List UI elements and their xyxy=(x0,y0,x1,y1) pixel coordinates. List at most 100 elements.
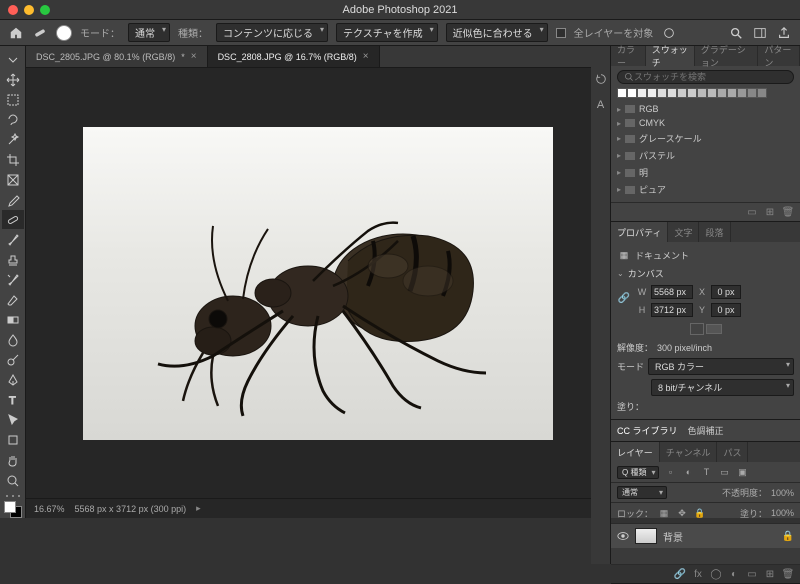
new-layer-icon[interactable]: ⊞ xyxy=(764,568,776,580)
zoom-level[interactable]: 16.67% xyxy=(34,504,65,514)
canvas-area[interactable] xyxy=(26,68,610,498)
blend-mode-dropdown[interactable]: 通常 xyxy=(617,486,667,499)
y-input[interactable] xyxy=(711,303,741,317)
status-menu-icon[interactable]: ▸ xyxy=(196,503,201,514)
edit-toolbar[interactable] xyxy=(6,495,20,498)
layer-filter-dropdown[interactable]: Q 種類 xyxy=(617,466,659,479)
folder-rgb[interactable]: RGB xyxy=(617,102,794,116)
history-icon[interactable] xyxy=(594,72,608,86)
close-window[interactable] xyxy=(8,5,18,15)
fill-value[interactable]: 100% xyxy=(771,508,794,518)
history-brush-tool[interactable] xyxy=(2,271,24,290)
lock-icon[interactable]: 🔒 xyxy=(782,531,794,542)
collapse-icon[interactable] xyxy=(2,50,24,69)
new-swatch-icon[interactable]: ⊞ xyxy=(764,206,776,218)
stamp-tool[interactable] xyxy=(2,250,24,269)
folder-pure[interactable]: ピュア xyxy=(617,181,794,198)
share-icon[interactable] xyxy=(776,25,792,41)
swatch-preset-row[interactable] xyxy=(617,88,794,98)
crop-tool[interactable] xyxy=(2,150,24,169)
folder-grayscale[interactable]: グレースケール xyxy=(617,130,794,147)
search-icon[interactable] xyxy=(728,25,744,41)
frame-tool[interactable] xyxy=(2,170,24,189)
color-mode-dropdown[interactable]: RGB カラー xyxy=(648,358,794,375)
tab-gradients[interactable]: グラデーション xyxy=(695,46,759,66)
eraser-tool[interactable] xyxy=(2,291,24,310)
orient-landscape[interactable] xyxy=(706,324,722,334)
tab-cclib[interactable]: CC ライブラリ xyxy=(617,424,678,437)
fx-icon[interactable]: fx xyxy=(692,568,704,580)
all-layers-checkbox[interactable] xyxy=(556,28,566,38)
move-tool[interactable] xyxy=(2,70,24,89)
folder-cmyk[interactable]: CMYK xyxy=(617,116,794,130)
shape-tool[interactable] xyxy=(2,431,24,450)
folder-light[interactable]: 明 xyxy=(617,164,794,181)
pen-tool[interactable] xyxy=(2,371,24,390)
close-icon[interactable]: × xyxy=(191,51,197,62)
type-texture[interactable]: テクスチャを作成 xyxy=(336,23,438,42)
hand-tool[interactable] xyxy=(2,451,24,470)
wand-tool[interactable] xyxy=(2,130,24,149)
dodge-tool[interactable] xyxy=(2,351,24,370)
glyphs-icon[interactable]: A xyxy=(594,98,608,112)
new-folder-icon[interactable]: ▭ xyxy=(746,206,758,218)
canvas-section[interactable]: カンバス xyxy=(617,264,794,283)
tab-paths[interactable]: パス xyxy=(717,442,748,462)
folder-pastel[interactable]: パステル xyxy=(617,147,794,164)
minimize-window[interactable] xyxy=(24,5,34,15)
trash-icon[interactable]: 🗑 xyxy=(782,568,794,580)
path-select-tool[interactable] xyxy=(2,411,24,430)
brush-preview[interactable] xyxy=(56,25,72,41)
layer-thumbnail[interactable] xyxy=(635,528,657,544)
filter-shape-icon[interactable]: ▭ xyxy=(717,465,731,479)
tab-character[interactable]: 文字 xyxy=(668,222,699,242)
type-proximity[interactable]: 近似色に合わせる xyxy=(446,23,548,42)
eyedropper-tool[interactable] xyxy=(2,190,24,209)
swatch-search[interactable] xyxy=(617,70,794,84)
tab-paragraph[interactable]: 段落 xyxy=(699,222,730,242)
opacity-value[interactable]: 100% xyxy=(771,488,794,498)
zoom-tool[interactable] xyxy=(2,471,24,490)
orient-portrait[interactable] xyxy=(690,323,704,335)
link-icon[interactable]: 🔗 xyxy=(617,291,631,305)
filter-type-icon[interactable]: T xyxy=(699,465,713,479)
window-controls[interactable] xyxy=(0,5,50,15)
doc-dimensions[interactable]: 5568 px x 3712 px (300 ppi) xyxy=(75,504,187,514)
trash-icon[interactable]: 🗑 xyxy=(782,206,794,218)
filter-pixel-icon[interactable]: ▫ xyxy=(663,465,677,479)
maximize-window[interactable] xyxy=(40,5,50,15)
swatch-search-input[interactable] xyxy=(634,72,787,82)
layer-name[interactable]: 背景 xyxy=(663,529,683,544)
doc-tab-1[interactable]: DSC_2805.JPG @ 80.1% (RGB/8)*× xyxy=(26,46,208,67)
height-input[interactable] xyxy=(651,303,693,317)
gradient-tool[interactable] xyxy=(2,311,24,330)
tab-properties[interactable]: プロパティ xyxy=(611,222,668,242)
layer-background[interactable]: 背景 🔒 xyxy=(611,524,800,548)
bandage-icon[interactable] xyxy=(32,25,48,41)
color-swatches[interactable] xyxy=(4,501,22,518)
filter-smart-icon[interactable]: ▣ xyxy=(735,465,749,479)
brush-tool[interactable] xyxy=(2,230,24,249)
pressure-icon[interactable] xyxy=(661,25,677,41)
visibility-icon[interactable] xyxy=(617,530,629,542)
tab-channels[interactable]: チャンネル xyxy=(660,442,718,462)
marquee-tool[interactable] xyxy=(2,90,24,109)
type-tool[interactable]: T xyxy=(2,391,24,410)
healing-tool[interactable] xyxy=(2,210,24,229)
canvas[interactable] xyxy=(83,127,553,440)
blend-mode-dropdown[interactable]: 通常 xyxy=(128,23,170,42)
blur-tool[interactable] xyxy=(2,331,24,350)
filter-adjust-icon[interactable]: ◐ xyxy=(681,465,695,479)
close-icon[interactable]: × xyxy=(363,51,369,62)
x-input[interactable] xyxy=(711,285,741,299)
group-icon[interactable]: ▭ xyxy=(746,568,758,580)
type-content-aware[interactable]: コンテンツに応じる xyxy=(216,23,328,42)
home-icon[interactable] xyxy=(8,25,24,41)
workspace-icon[interactable] xyxy=(752,25,768,41)
tab-swatches[interactable]: スウォッチ xyxy=(646,46,695,66)
bit-depth-dropdown[interactable]: 8 bit/チャンネル xyxy=(651,379,794,396)
tab-adjustments[interactable]: 色調補正 xyxy=(688,424,724,437)
tab-layers[interactable]: レイヤー xyxy=(611,442,660,462)
width-input[interactable] xyxy=(651,285,693,299)
link-layers-icon[interactable]: 🔗 xyxy=(674,568,686,580)
